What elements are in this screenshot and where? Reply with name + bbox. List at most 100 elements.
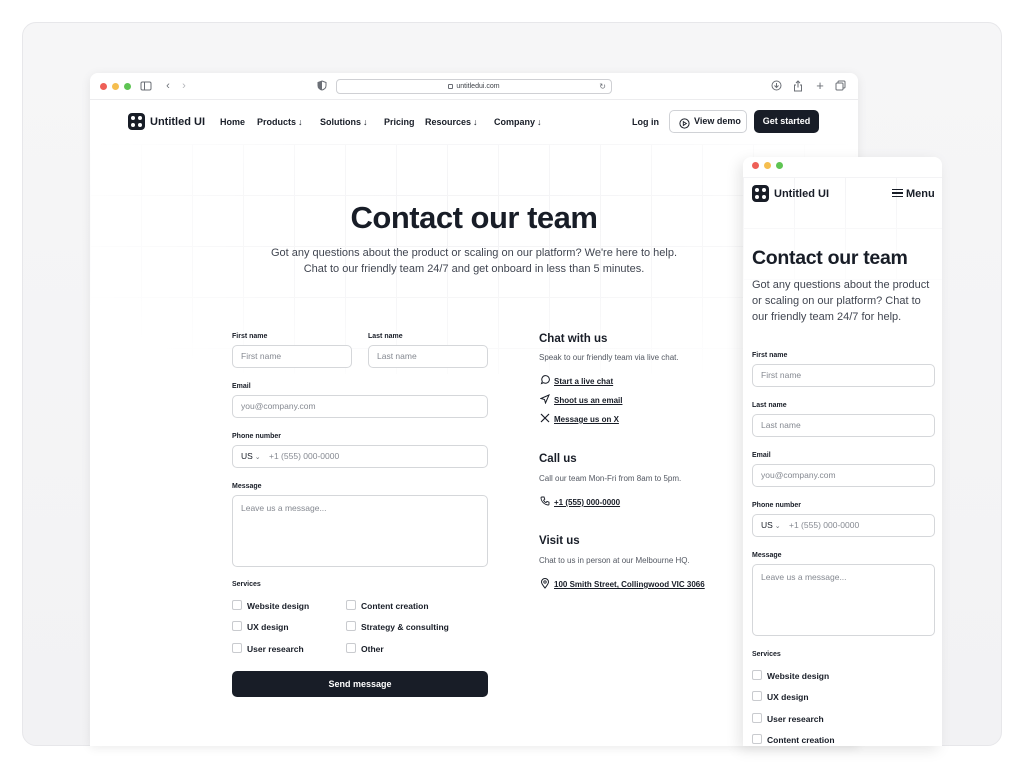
visit-description: Chat to us in person at our Melbourne HQ… [539,556,690,565]
call-description: Call our team Mon-Fri from 8am to 5pm. [539,474,682,483]
arrow-down-icon: ↓ [363,117,368,127]
menu-button[interactable]: Menu [892,188,935,200]
phone-label: Phone number [752,502,802,509]
email-us-link[interactable]: Shoot us an email [554,396,622,405]
close-window-button[interactable] [100,83,107,90]
chat-description: Speak to our friendly team via live chat… [539,353,679,362]
play-circle-icon [679,116,690,129]
get-started-button[interactable]: Get started [754,110,819,133]
service-checkbox[interactable] [346,600,356,610]
service-checkbox[interactable] [346,643,356,653]
message-label: Message [232,483,262,490]
minimize-window-button[interactable] [112,83,119,90]
browser-toolbar: ‹ › untitledui.com ↻ + [90,73,858,100]
brand-name[interactable]: Untitled UI [774,188,829,200]
service-option-label: Strategy & consulting [361,622,449,632]
maximize-window-button[interactable] [124,83,131,90]
map-pin-icon [539,578,550,591]
service-option-label: Website design [247,601,310,611]
shield-icon[interactable] [316,80,328,92]
nav-solutions[interactable]: Solutions ↓ [320,117,368,127]
message-on-x-link[interactable]: Message us on X [554,415,619,424]
email-label: Email [232,383,251,390]
phone-placeholder: +1 (555) 000-0000 [789,520,860,530]
mobile-page-subtitle: Got any questions about the product or s… [752,277,929,325]
service-option-label: UX design [767,692,809,702]
first-name-label: First name [232,333,268,340]
nav-company[interactable]: Company ↓ [494,117,542,127]
close-window-button[interactable] [752,162,759,169]
call-heading: Call us [539,453,577,465]
nav-home[interactable]: Home [220,117,245,127]
site-header: Untitled UI Home Products ↓ Solutions ↓ Pr… [90,100,858,144]
arrow-down-icon: ↓ [473,117,478,127]
new-tab-icon[interactable]: + [814,79,826,92]
back-icon[interactable]: ‹ [162,80,174,92]
share-icon[interactable] [792,80,804,92]
send-message-button[interactable]: Send message [232,671,488,697]
lock-icon [448,83,454,89]
minimize-window-button[interactable] [764,162,771,169]
message-textarea[interactable]: Leave us a message... [752,564,935,636]
first-name-input[interactable]: First name [232,345,352,368]
service-checkbox[interactable] [232,643,242,653]
arrow-down-icon: ↓ [537,117,542,127]
service-checkbox[interactable] [346,621,356,631]
service-option-label: Content creation [767,735,835,745]
last-name-label: Last name [752,402,787,409]
first-name-input[interactable]: First name [752,364,935,387]
x-logo-icon [539,413,550,425]
reload-icon[interactable]: ↻ [599,80,606,93]
logo-icon[interactable] [752,185,769,202]
phone-number-link[interactable]: +1 (555) 000-0000 [554,498,620,507]
service-option-label: User research [767,714,824,724]
phone-placeholder: +1 (555) 000-0000 [269,451,340,461]
chevron-down-icon: ⌄ [772,523,781,530]
send-icon [539,394,550,406]
nav-pricing[interactable]: Pricing [384,117,415,127]
country-select[interactable]: US ⌄ [761,520,781,530]
brand-name[interactable]: Untitled UI [150,116,205,128]
message-textarea[interactable]: Leave us a message... [232,495,488,567]
mobile-preview-window: Untitled UI Menu Contact our team Got an… [743,157,942,746]
visit-heading: Visit us [539,535,580,547]
service-checkbox[interactable] [752,734,762,744]
chat-bubble-icon [539,375,550,387]
phone-input[interactable]: US ⌄ +1 (555) 000-0000 [232,445,488,468]
chat-heading: Chat with us [539,333,608,345]
first-name-label: First name [752,352,788,359]
service-checkbox[interactable] [752,691,762,701]
service-option-label: UX design [247,622,289,632]
country-select[interactable]: US ⌄ [241,451,261,461]
subtitle-line: or scaling on our platform? Chat to [752,295,921,307]
email-label: Email [752,452,771,459]
arrow-down-icon: ↓ [298,117,303,127]
last-name-input[interactable]: Last name [752,414,935,437]
maximize-window-button[interactable] [776,162,783,169]
nav-products[interactable]: Products ↓ [257,117,303,127]
url-text: untitledui.com [456,83,500,90]
start-live-chat-link[interactable]: Start a live chat [554,377,613,386]
download-icon[interactable] [770,80,782,92]
view-demo-button[interactable]: View demo [669,110,747,133]
phone-input[interactable]: US ⌄ +1 (555) 000-0000 [752,514,935,537]
tabs-overview-icon[interactable] [834,80,846,92]
logo-icon[interactable] [128,113,145,130]
service-checkbox[interactable] [752,670,762,680]
sidebar-toggle-icon[interactable] [140,80,152,92]
service-option-label: Content creation [361,601,429,611]
login-link[interactable]: Log in [632,117,659,127]
last-name-input[interactable]: Last name [368,345,488,368]
nav-resources[interactable]: Resources ↓ [425,117,478,127]
email-input[interactable]: you@company.com [232,395,488,418]
forward-icon[interactable]: › [178,80,190,92]
address-link[interactable]: 100 Smith Street, Collingwood VIC 3066 [554,580,705,589]
service-checkbox[interactable] [232,621,242,631]
mobile-page-title: Contact our team [752,247,908,269]
address-bar[interactable]: untitledui.com ↻ [336,79,612,94]
email-input[interactable]: you@company.com [752,464,935,487]
service-option-label: Other [361,644,384,654]
service-checkbox[interactable] [232,600,242,610]
chevron-down-icon: ⌄ [252,454,261,461]
service-checkbox[interactable] [752,713,762,723]
